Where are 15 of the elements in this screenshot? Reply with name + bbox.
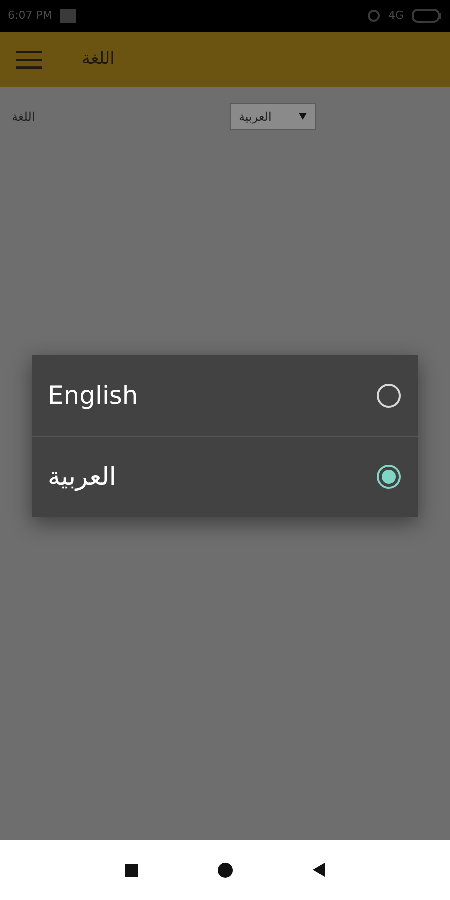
notification-icon: [60, 9, 76, 23]
battery-icon: [412, 9, 442, 23]
language-option[interactable]: العربية: [32, 436, 418, 517]
language-dropdown[interactable]: العربية: [230, 103, 316, 130]
home-icon[interactable]: [218, 862, 233, 878]
network-type: 4G: [388, 8, 404, 24]
caret-icon: [299, 113, 307, 120]
alarm-icon: [368, 10, 380, 22]
status-time: 6:07 PM: [8, 8, 52, 24]
recents-icon[interactable]: [125, 864, 138, 876]
language-option[interactable]: English: [32, 355, 418, 436]
back-icon[interactable]: [313, 863, 325, 877]
app-title: اللغة: [82, 48, 115, 71]
setting-label: اللغة: [12, 108, 36, 126]
menu-icon[interactable]: [16, 50, 42, 68]
